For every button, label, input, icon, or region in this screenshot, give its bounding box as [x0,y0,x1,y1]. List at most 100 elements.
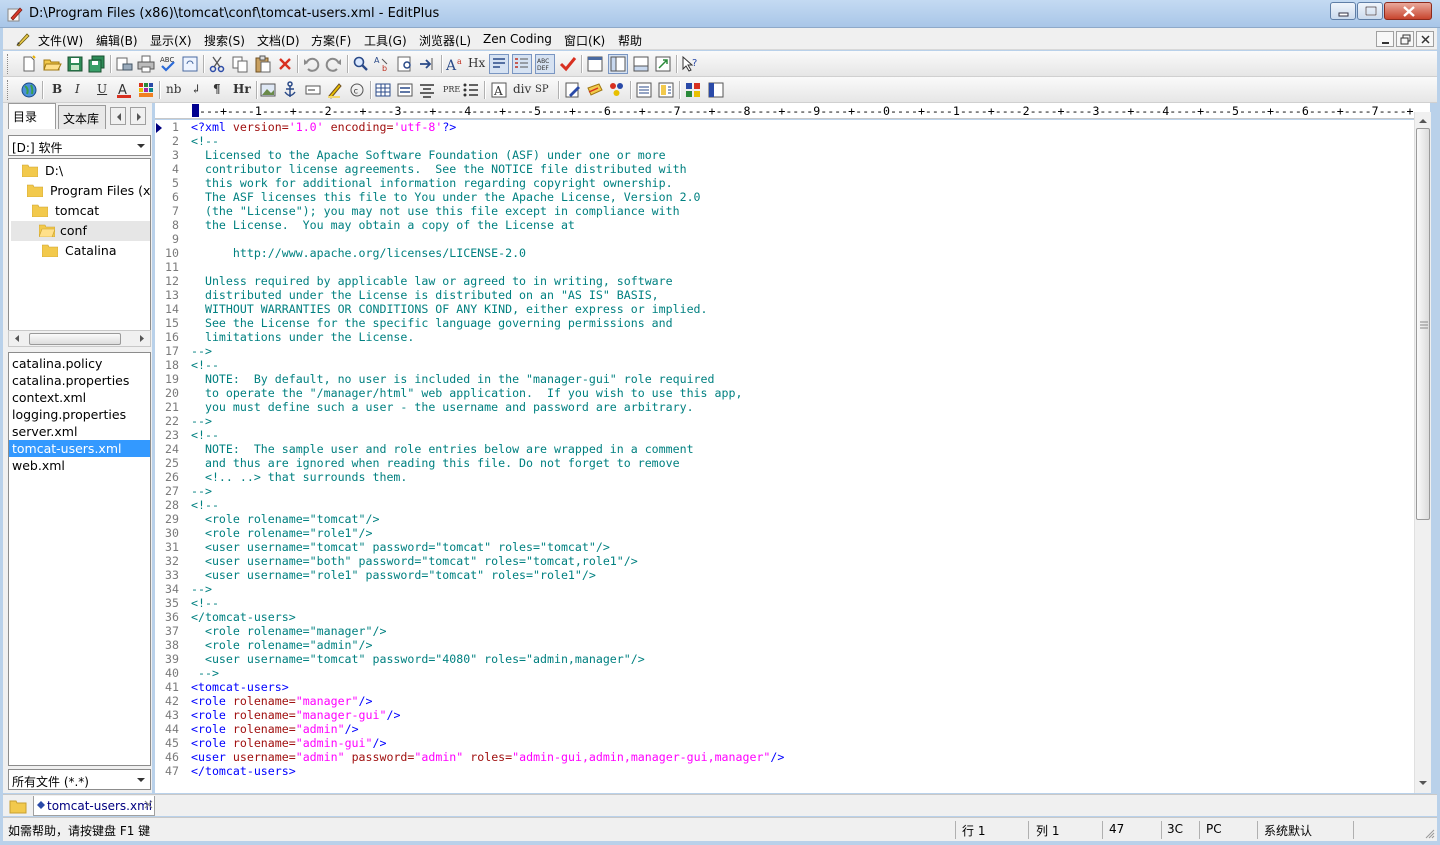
doc-close-button[interactable] [1416,31,1434,47]
toolbar-grip[interactable] [7,80,10,100]
horizontal-rule-button[interactable]: Hr [233,82,251,96]
undo-button[interactable] [301,54,321,74]
italic-button[interactable]: I [75,82,80,96]
sidebar-toggle-button[interactable] [608,54,628,74]
tree-item-catalina[interactable]: Catalina [9,241,150,261]
delete-button[interactable] [275,54,295,74]
frame-button[interactable] [656,80,676,100]
file-list-item[interactable]: logging.properties [9,406,150,423]
menu-project[interactable]: 方案(F) [311,32,351,49]
align-center-button[interactable] [417,80,437,100]
save-button[interactable] [65,54,85,74]
image-button[interactable] [258,80,278,100]
file-list-item[interactable]: server.xml [9,423,150,440]
open-file-button[interactable] [42,54,62,74]
tab-directory[interactable]: 目录 [8,103,56,129]
menu-file[interactable]: 文件(W) [38,32,83,49]
copyright-button[interactable]: c [347,80,367,100]
fullscreen-button[interactable] [653,54,673,74]
doc-restore-button[interactable] [1396,31,1414,47]
ftp-upload-button[interactable] [114,54,134,74]
form-input-button[interactable] [303,80,323,100]
print-button[interactable] [136,54,156,74]
table-button[interactable] [373,80,393,100]
drive-selector[interactable]: [D:] 软件 [8,135,151,156]
folder-tree[interactable]: D:\ Program Files (x86) tomcat conf Cata… [8,158,151,347]
status-line-ending[interactable]: PC [1206,822,1222,836]
file-filter-selector[interactable]: 所有文件 (*.*) [8,769,151,790]
file-list-item[interactable]: context.xml [9,389,150,406]
redo-button[interactable] [324,54,344,74]
replace-button[interactable]: Ab [373,54,393,74]
context-help-button[interactable]: ? [680,54,700,74]
document-tab-active[interactable]: tomcat-users.xml [33,796,155,816]
file-list-item[interactable]: catalina.policy [9,355,150,372]
highlight-button[interactable] [325,80,345,100]
maximize-button[interactable] [1357,2,1383,20]
font-tag-button[interactable]: A [489,80,509,100]
new-file-button[interactable] [19,54,39,74]
close-tab-icon[interactable] [144,800,153,809]
window-tile-button[interactable] [585,54,605,74]
resize-grip-icon[interactable] [1423,827,1435,839]
menu-document[interactable]: 文档(D) [257,32,300,49]
file-list[interactable]: catalina.policy catalina.properties cont… [8,352,151,766]
tree-item-program-files[interactable]: Program Files (x86) [9,181,150,201]
hex-view-button[interactable]: Hx [468,56,485,70]
file-list-item[interactable]: catalina.properties [9,372,150,389]
file-list-item[interactable]: web.xml [9,457,150,474]
minimize-button[interactable] [1330,2,1356,20]
editplus-app-icon[interactable] [7,6,23,22]
style-button[interactable] [607,80,627,100]
font-button[interactable]: Aa [445,54,465,74]
code-editor[interactable]: 1 <?xml version='1.0' encoding='utf-8'?> 2… [155,120,1414,793]
preformat-button[interactable]: PRE [443,85,460,94]
align-left-button[interactable] [395,80,415,100]
goto-line-button[interactable] [417,54,437,74]
menu-window[interactable]: 窗口(K) [564,32,605,49]
div-button[interactable]: div [513,82,531,96]
tree-item-drive[interactable]: D:\ [9,161,150,181]
html-toolbar-customize-button[interactable] [683,80,703,100]
underline-button[interactable]: U [97,82,107,96]
word-wrap-button[interactable] [489,54,509,74]
check-button[interactable] [558,54,578,74]
paste-button[interactable] [253,54,273,74]
anchor-button[interactable] [280,80,300,100]
cut-button[interactable] [207,54,227,74]
find-in-files-button[interactable] [395,54,415,74]
folder-icon[interactable] [9,798,27,814]
close-button[interactable] [1384,2,1432,20]
font-color-button[interactable]: A [114,80,134,100]
tree-item-tomcat[interactable]: tomcat [9,201,150,221]
html-toolbar-options-button[interactable] [706,80,726,100]
preview-button[interactable] [180,54,200,74]
bold-button[interactable]: B [52,82,62,96]
menu-edit[interactable]: 编辑(B) [96,32,138,49]
scrollbar-thumb[interactable] [29,333,121,345]
list-button[interactable] [461,80,481,100]
javascript-button[interactable] [585,80,605,100]
tab-scroll-right-button[interactable] [130,107,146,125]
tab-scroll-left-button[interactable] [110,107,126,125]
status-encoding[interactable]: 系统默认 [1264,822,1312,839]
document-menu-icon[interactable] [15,31,31,47]
page-layout-button[interactable] [634,80,654,100]
nbsp-button[interactable]: nb [166,82,181,96]
doc-minimize-button[interactable] [1376,31,1394,47]
scrollbar-thumb[interactable] [1416,128,1430,520]
copy-button[interactable] [230,54,250,74]
find-button[interactable] [351,54,371,74]
spell-check-button[interactable]: ABC [158,54,178,74]
editor-vertical-scrollbar[interactable] [1414,112,1431,793]
browser-button[interactable] [19,80,39,100]
break-button[interactable]: ↲ [191,82,201,96]
menu-view[interactable]: 显示(X) [150,32,192,49]
line-number-button[interactable] [512,54,532,74]
toolbar-grip[interactable] [7,54,10,74]
color-palette-button[interactable] [136,80,156,100]
output-window-button[interactable] [631,54,651,74]
file-list-item-selected[interactable]: tomcat-users.xml [9,440,150,457]
menu-browser[interactable]: 浏览器(L) [419,32,471,49]
tab-cliptext[interactable]: 文本库 [58,105,106,129]
